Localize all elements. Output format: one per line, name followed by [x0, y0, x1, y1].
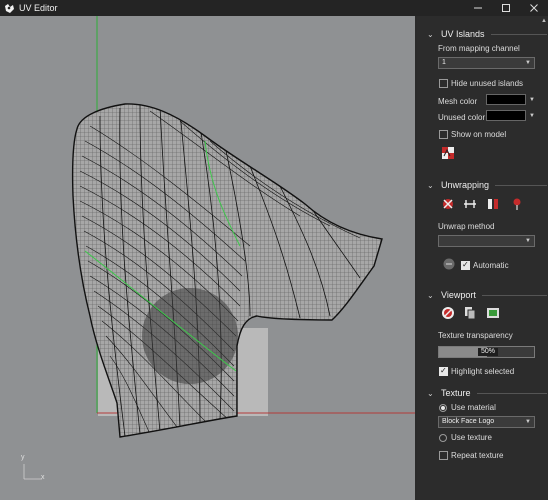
- section-divider: [490, 33, 547, 35]
- snapshot-icon[interactable]: [486, 306, 500, 320]
- section-divider: [476, 392, 547, 394]
- section-divider: [481, 294, 547, 296]
- use-texture-label: Use texture: [451, 433, 492, 442]
- chevron-down-icon: ⌄: [427, 29, 434, 39]
- section-unwrapping-label: Unwrapping: [441, 180, 490, 190]
- chevron-down-icon: ▼: [525, 419, 531, 425]
- uv-viewport[interactable]: y x: [0, 16, 415, 500]
- axis-gizmo-y-label: y: [21, 454, 25, 461]
- material-dropdown[interactable]: Block Face Logo ▼: [438, 416, 535, 428]
- close-icon: [530, 4, 538, 12]
- chevron-down-icon: ⌄: [427, 290, 434, 300]
- use-material-radio[interactable]: [439, 404, 447, 412]
- section-unwrapping[interactable]: ⌄ Unwrapping: [427, 180, 547, 190]
- section-texture-label: Texture: [441, 388, 471, 398]
- section-texture[interactable]: ⌄ Texture: [427, 388, 547, 398]
- checker-texture-icon[interactable]: [441, 146, 455, 160]
- unused-color-dropdown-icon[interactable]: ▼: [529, 113, 535, 119]
- show-texture-icon[interactable]: [441, 306, 455, 320]
- window-title: UV Editor: [19, 3, 58, 13]
- chevron-down-icon: ⌄: [427, 388, 434, 398]
- unused-color-swatch[interactable]: [486, 110, 526, 121]
- unused-color-label: Unused color: [438, 113, 486, 122]
- maximize-button[interactable]: [492, 0, 520, 16]
- hide-unused-islands-label: Hide unused islands: [451, 79, 524, 88]
- relax-tool-icon[interactable]: [463, 197, 477, 211]
- use-texture-radio[interactable]: [439, 434, 447, 442]
- section-viewport[interactable]: ⌄ Viewport: [427, 290, 547, 300]
- highlight-selected-label: Highlight selected: [451, 367, 515, 376]
- use-material-label: Use material: [451, 403, 496, 412]
- chevron-down-icon: ▼: [525, 238, 531, 244]
- unwrap-method-label: Unwrap method: [438, 222, 495, 231]
- unwrap-method-dropdown[interactable]: ▼: [438, 235, 535, 247]
- chevron-down-icon: ⌄: [427, 180, 434, 190]
- from-mapping-channel-label: From mapping channel: [438, 44, 520, 53]
- copy-icon[interactable]: [463, 306, 477, 320]
- chevron-down-icon: ▼: [525, 60, 531, 66]
- title-bar: UV Editor: [0, 0, 548, 16]
- section-uv-islands-label: UV Islands: [441, 29, 485, 39]
- uv-canvas[interactable]: [0, 16, 415, 500]
- automatic-label: Automatic: [473, 261, 509, 270]
- pin-icon[interactable]: [510, 197, 524, 211]
- texture-transparency-label: Texture transparency: [438, 331, 513, 340]
- material-value: Block Face Logo: [442, 418, 495, 425]
- mapping-channel-value: 1: [442, 59, 446, 66]
- close-button[interactable]: [520, 0, 548, 16]
- mapping-channel-dropdown[interactable]: 1 ▼: [438, 57, 535, 69]
- unwrap-run-icon[interactable]: [442, 257, 456, 271]
- texture-transparency-value: 50%: [478, 348, 498, 356]
- panel-scrollbar[interactable]: ▲: [541, 18, 547, 498]
- highlight-selected-checkbox[interactable]: [439, 366, 448, 376]
- minimize-button[interactable]: [464, 0, 492, 16]
- unwrap-tool-icon[interactable]: [441, 197, 455, 211]
- section-divider: [495, 184, 547, 186]
- stitch-tool-icon[interactable]: [486, 197, 500, 211]
- show-on-model-checkbox[interactable]: [439, 130, 448, 139]
- repeat-texture-label: Repeat texture: [451, 451, 504, 460]
- repeat-texture-checkbox[interactable]: [439, 451, 448, 460]
- section-uv-islands[interactable]: ⌄ UV Islands: [427, 29, 547, 39]
- texture-transparency-slider[interactable]: 50%: [438, 346, 535, 358]
- texture-logo-shape: [142, 288, 238, 384]
- axis-gizmo-x-label: x: [41, 474, 45, 481]
- mesh-color-dropdown-icon[interactable]: ▼: [529, 97, 535, 103]
- scroll-up-arrow-icon[interactable]: ▲: [541, 18, 547, 24]
- maximize-icon: [502, 4, 510, 12]
- app-logo-icon: [3, 2, 15, 14]
- mesh-color-label: Mesh color: [438, 97, 478, 106]
- automatic-checkbox[interactable]: [461, 260, 470, 270]
- section-viewport-label: Viewport: [441, 290, 476, 300]
- minimize-icon: [474, 7, 482, 9]
- hide-unused-islands-checkbox[interactable]: [439, 79, 448, 88]
- mesh-color-swatch[interactable]: [486, 94, 526, 105]
- show-on-model-label: Show on model: [451, 130, 507, 139]
